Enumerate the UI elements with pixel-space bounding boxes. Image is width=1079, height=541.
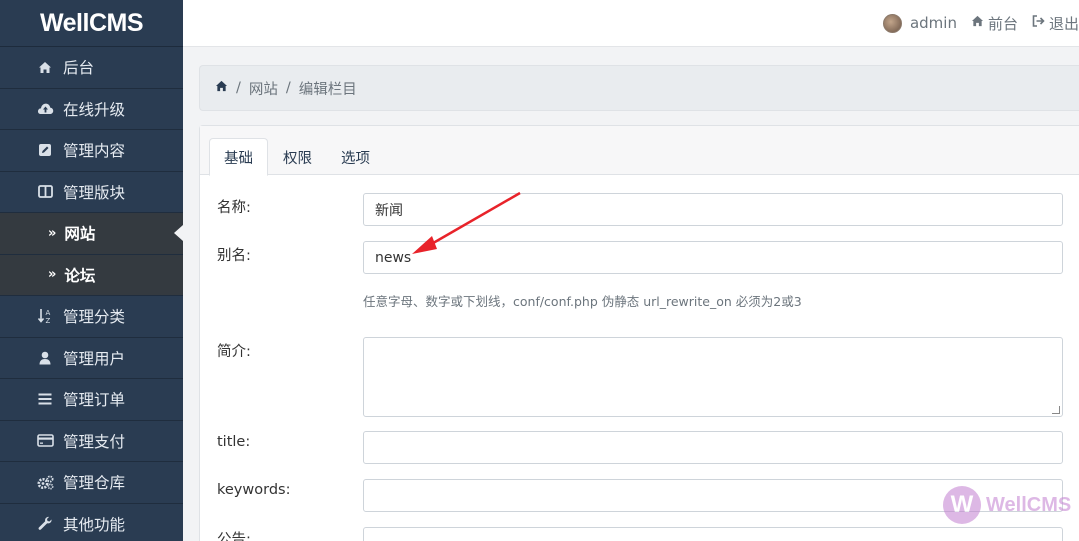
tab-bar: 基础 权限 选项 bbox=[200, 126, 1079, 176]
sidebar-item-dashboard[interactable]: 后台 bbox=[0, 47, 183, 89]
tab-basic[interactable]: 基础 bbox=[209, 138, 268, 176]
alias-label: 别名: bbox=[217, 248, 251, 264]
sign-out-icon bbox=[1032, 15, 1045, 31]
edit-form-card: 基础 权限 选项 名称: 新闻 别名: news 任意字母、数字或下划线，con… bbox=[199, 125, 1079, 541]
sidebar-item-label: 管理支付 bbox=[63, 432, 126, 451]
cogs-icon bbox=[36, 475, 54, 490]
sidebar-item-label: 管理版块 bbox=[63, 183, 126, 202]
sidebar-item-label: 管理订单 bbox=[63, 391, 126, 410]
front-link-label: 前台 bbox=[987, 14, 1018, 33]
keywords-label: keywords: bbox=[217, 482, 291, 498]
sidebar-item-forums[interactable]: 管理版块 bbox=[0, 172, 183, 213]
tab-permissions[interactable]: 权限 bbox=[269, 138, 326, 176]
home-icon[interactable] bbox=[215, 80, 228, 96]
front-link[interactable]: 前台 bbox=[971, 13, 1018, 34]
top-navbar: admin 前台 退出 bbox=[183, 0, 1079, 47]
watermark-w-icon: W bbox=[943, 486, 981, 524]
logout-link[interactable]: 退出 bbox=[1032, 13, 1079, 34]
intro-textarea[interactable] bbox=[363, 337, 1063, 417]
double-chevron-right-icon: » bbox=[48, 225, 57, 241]
sidebar-item-payments[interactable]: 管理支付 bbox=[0, 421, 183, 462]
home-icon bbox=[36, 61, 54, 74]
sidebar-item-users[interactable]: 管理用户 bbox=[0, 338, 183, 379]
sidebar-item-label: 管理分类 bbox=[63, 308, 126, 327]
alias-input[interactable]: news bbox=[363, 241, 1063, 274]
user-menu[interactable]: admin bbox=[882, 13, 957, 33]
sidebar-item-label: 后台 bbox=[63, 59, 95, 78]
sidebar-subitem-website[interactable]: » 网站 bbox=[0, 213, 183, 255]
wrench-icon bbox=[36, 516, 54, 531]
sidebar-item-label: 论坛 bbox=[64, 266, 96, 285]
sidebar-item-label: 管理仓库 bbox=[63, 474, 126, 493]
svg-text:A: A bbox=[46, 309, 51, 317]
sidebar-item-label: 其他功能 bbox=[63, 515, 126, 534]
breadcrumb-item-website[interactable]: 网站 bbox=[249, 78, 278, 99]
avatar bbox=[882, 13, 902, 33]
sidebar-item-label: 在线升级 bbox=[63, 100, 126, 119]
resize-handle[interactable] bbox=[1052, 406, 1060, 414]
watermark-logo: W WellCMS bbox=[943, 486, 1071, 524]
sidebar-item-other[interactable]: 其他功能 bbox=[0, 504, 183, 541]
breadcrumb: / 网站 / 编辑栏目 bbox=[199, 65, 1079, 111]
sidebar-item-label: 管理用户 bbox=[63, 349, 126, 368]
tab-options[interactable]: 选项 bbox=[327, 138, 384, 176]
edit-icon bbox=[36, 143, 54, 157]
sidebar-item-label: 管理内容 bbox=[63, 142, 126, 161]
sidebar-item-orders[interactable]: 管理订单 bbox=[0, 379, 183, 421]
breadcrumb-item-current: 编辑栏目 bbox=[298, 81, 357, 98]
logout-link-label: 退出 bbox=[1048, 14, 1079, 33]
username: admin bbox=[909, 14, 957, 32]
sidebar-item-content[interactable]: 管理内容 bbox=[0, 130, 183, 172]
breadcrumb-separator: / bbox=[285, 80, 291, 96]
credit-card-icon bbox=[36, 434, 54, 448]
sidebar-subitem-forum[interactable]: » 论坛 bbox=[0, 254, 183, 296]
columns-icon bbox=[36, 185, 54, 199]
sort-alpha-icon: AZ bbox=[36, 308, 54, 324]
intro-label: 简介: bbox=[217, 344, 251, 360]
alias-hint: 任意字母、数字或下划线，conf/conf.php 伪静态 url_rewrit… bbox=[363, 294, 802, 309]
notice-input[interactable] bbox=[363, 527, 1063, 541]
name-input[interactable]: 新闻 bbox=[363, 193, 1063, 226]
cloud-upload-icon bbox=[36, 102, 54, 115]
notice-label: 公告: bbox=[217, 532, 251, 541]
svg-text:Z: Z bbox=[46, 317, 51, 324]
user-icon bbox=[36, 351, 54, 365]
bars-icon bbox=[36, 393, 54, 405]
sidebar-item-categories[interactable]: AZ 管理分类 bbox=[0, 296, 183, 338]
sidebar: WellCMS 后台 在线升级 管理内容 管理版块 » 网站 » 论坛 AZ 管 bbox=[0, 0, 183, 541]
sidebar-item-label: 网站 bbox=[64, 225, 96, 244]
sidebar-item-upgrade[interactable]: 在线升级 bbox=[0, 89, 183, 130]
watermark-text: WellCMS bbox=[986, 493, 1072, 516]
name-label: 名称: bbox=[217, 200, 251, 216]
title-label: title: bbox=[217, 434, 251, 450]
home-icon bbox=[971, 15, 984, 31]
brand-logo[interactable]: WellCMS bbox=[0, 0, 183, 47]
sidebar-item-warehouse[interactable]: 管理仓库 bbox=[0, 462, 183, 504]
title-input[interactable] bbox=[363, 431, 1063, 464]
breadcrumb-separator: / bbox=[236, 80, 241, 96]
double-chevron-right-icon: » bbox=[48, 267, 57, 283]
